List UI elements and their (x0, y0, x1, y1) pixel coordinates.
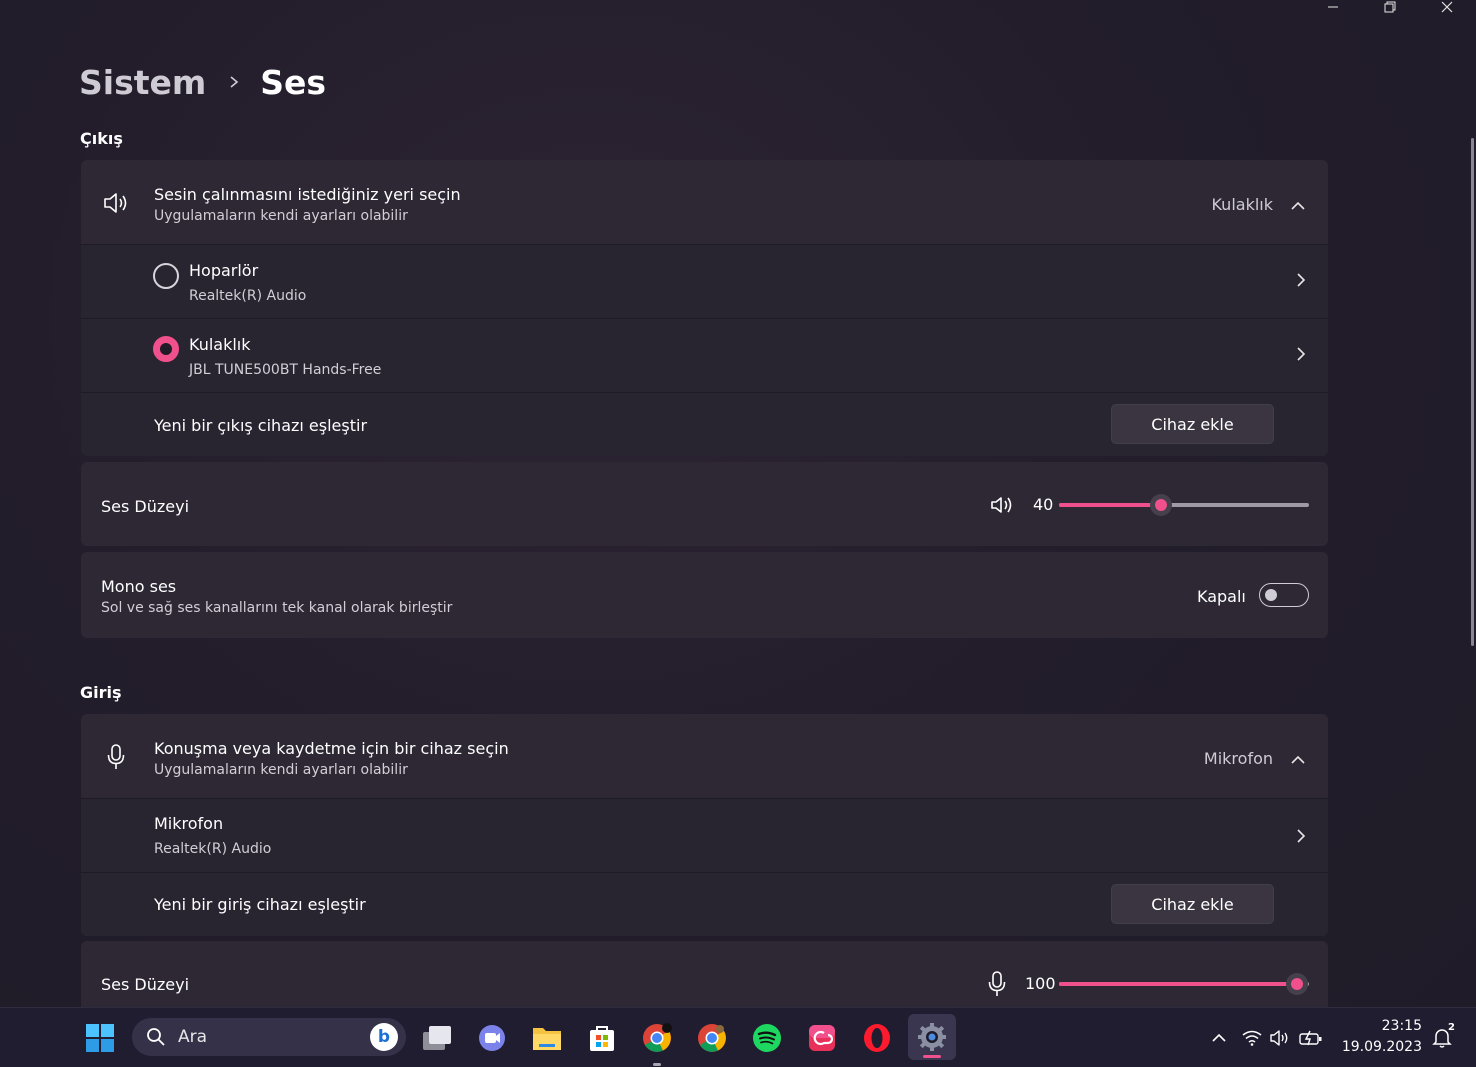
chevron-right-icon[interactable] (1296, 346, 1306, 366)
close-icon (1441, 1, 1453, 13)
output-volume-card: Ses Düzeyi 40 (81, 462, 1328, 546)
add-output-device-button[interactable]: Cihaz ekle (1111, 404, 1274, 444)
notification-icon[interactable]: 2 (1428, 1020, 1456, 1056)
mono-subtitle: Sol ve sağ ses kanallarını tek kanal ola… (101, 600, 453, 616)
radio-headphones[interactable] (153, 336, 179, 362)
taskbar: Ara b 23:15 19.09.2023 2 (0, 1007, 1476, 1067)
settings-icon[interactable] (908, 1014, 956, 1060)
clock-date[interactable]: 19.09.2023 (1342, 1039, 1422, 1055)
notification-badge: 2 (1448, 1022, 1455, 1033)
chat-icon[interactable] (473, 1020, 511, 1056)
input-selector-title: Konuşma veya kaydetme için bir cihaz seç… (154, 739, 509, 758)
mono-title: Mono ses (101, 577, 177, 596)
device-name: Kulaklık (189, 335, 251, 354)
output-pair-row: Yeni bir çıkış cihazı eşleştir Cihaz ekl… (81, 392, 1328, 456)
opera-icon[interactable] (858, 1020, 896, 1056)
chevron-up-icon[interactable] (1290, 750, 1306, 769)
mono-audio-card: Mono ses Sol ve sağ ses kanallarını tek … (81, 552, 1328, 638)
input-selector-subtitle: Uygulamaların kendi ayarları olabilir (154, 762, 408, 778)
device-detail: Realtek(R) Audio (154, 841, 272, 857)
task-view-icon[interactable] (418, 1020, 456, 1056)
chrome-icon[interactable] (638, 1020, 676, 1066)
microphone-icon (105, 744, 127, 770)
close-button[interactable] (1424, 0, 1470, 14)
device-detail: JBL TUNE500BT Hands-Free (189, 362, 382, 378)
output-volume-fill (1059, 503, 1159, 507)
chevron-up-icon[interactable] (1200, 1020, 1238, 1056)
chevron-up-icon[interactable] (1290, 196, 1306, 215)
breadcrumb: Sistem Ses (79, 60, 326, 104)
input-volume-label: Ses Düzeyi (101, 975, 190, 994)
output-volume-label: Ses Düzeyi (101, 497, 190, 516)
microphone-icon[interactable] (987, 971, 1007, 997)
input-device-selector[interactable]: Konuşma veya kaydetme için bir cihaz seç… (81, 714, 1328, 798)
minimize-button[interactable] (1310, 0, 1356, 14)
active-indicator (653, 1063, 661, 1066)
volume-icon[interactable] (1268, 1020, 1292, 1056)
volume-icon[interactable] (990, 494, 1014, 516)
search-icon (147, 1028, 165, 1046)
output-device-speaker[interactable]: Hoparlör Realtek(R) Audio (81, 244, 1328, 318)
input-device-microphone[interactable]: Mikrofon Realtek(R) Audio (81, 798, 1328, 872)
output-device-card: Sesin çalınmasını istediğiniz yeri seçin… (81, 160, 1328, 456)
store-icon[interactable] (583, 1020, 621, 1056)
input-device-card: Konuşma veya kaydetme için bir cihaz seç… (81, 714, 1328, 936)
restore-button[interactable] (1367, 0, 1413, 14)
output-volume-thumb[interactable] (1150, 494, 1172, 516)
input-pair-label: Yeni bir giriş cihazı eşleştir (154, 895, 366, 914)
clock-time[interactable]: 23:15 (1382, 1018, 1422, 1034)
input-volume-value: 100 (1025, 974, 1056, 993)
input-selected-value: Mikrofon (1203, 749, 1273, 768)
output-selector-title: Sesin çalınmasını istediğiniz yeri seçin (154, 185, 461, 204)
chevron-right-icon (228, 75, 240, 89)
bing-icon[interactable]: b (370, 1023, 398, 1051)
device-name: Hoparlör (189, 261, 259, 280)
toggle-knob (1265, 589, 1277, 601)
output-pair-label: Yeni bir çıkış cihazı eşleştir (154, 416, 368, 435)
page-title: Ses (260, 62, 327, 102)
device-name: Mikrofon (154, 814, 224, 833)
creative-cloud-icon[interactable] (803, 1020, 841, 1056)
mono-state-label: Kapalı (1197, 587, 1246, 606)
wifi-icon[interactable] (1240, 1020, 1264, 1056)
chevron-right-icon[interactable] (1296, 272, 1306, 292)
chevron-right-icon[interactable] (1296, 828, 1306, 848)
output-volume-value: 40 (1033, 495, 1054, 514)
file-explorer-icon[interactable] (528, 1020, 566, 1056)
scrollbar[interactable] (1471, 138, 1474, 646)
input-volume-fill (1059, 982, 1297, 986)
input-volume-thumb[interactable] (1286, 973, 1308, 995)
active-indicator (923, 1055, 941, 1058)
output-device-selector[interactable]: Sesin çalınmasını istediğiniz yeri seçin… (81, 160, 1328, 244)
mono-toggle[interactable] (1259, 583, 1309, 607)
speaker-icon (101, 190, 131, 216)
output-selector-subtitle: Uygulamaların kendi ayarları olabilir (154, 208, 408, 224)
input-pair-row: Yeni bir giriş cihazı eşleştir Cihaz ekl… (81, 872, 1328, 936)
input-section-title: Giriş (80, 683, 122, 702)
taskbar-search[interactable]: Ara b (132, 1018, 406, 1056)
output-section-title: Çıkış (80, 129, 123, 148)
device-detail: Realtek(R) Audio (189, 288, 307, 304)
spotify-icon[interactable] (748, 1020, 786, 1056)
radio-speaker[interactable] (153, 263, 179, 289)
battery-icon[interactable] (1297, 1020, 1325, 1056)
restore-icon (1384, 1, 1396, 13)
breadcrumb-parent[interactable]: Sistem (79, 63, 206, 102)
chrome-profile-icon[interactable] (693, 1020, 731, 1056)
start-icon[interactable] (81, 1020, 119, 1056)
add-input-device-button[interactable]: Cihaz ekle (1111, 884, 1274, 924)
search-placeholder: Ara (178, 1027, 208, 1047)
output-selected-value: Kulaklık (1211, 195, 1273, 214)
output-device-headphones[interactable]: Kulaklık JBL TUNE500BT Hands-Free (81, 318, 1328, 392)
minimize-icon (1328, 6, 1338, 8)
